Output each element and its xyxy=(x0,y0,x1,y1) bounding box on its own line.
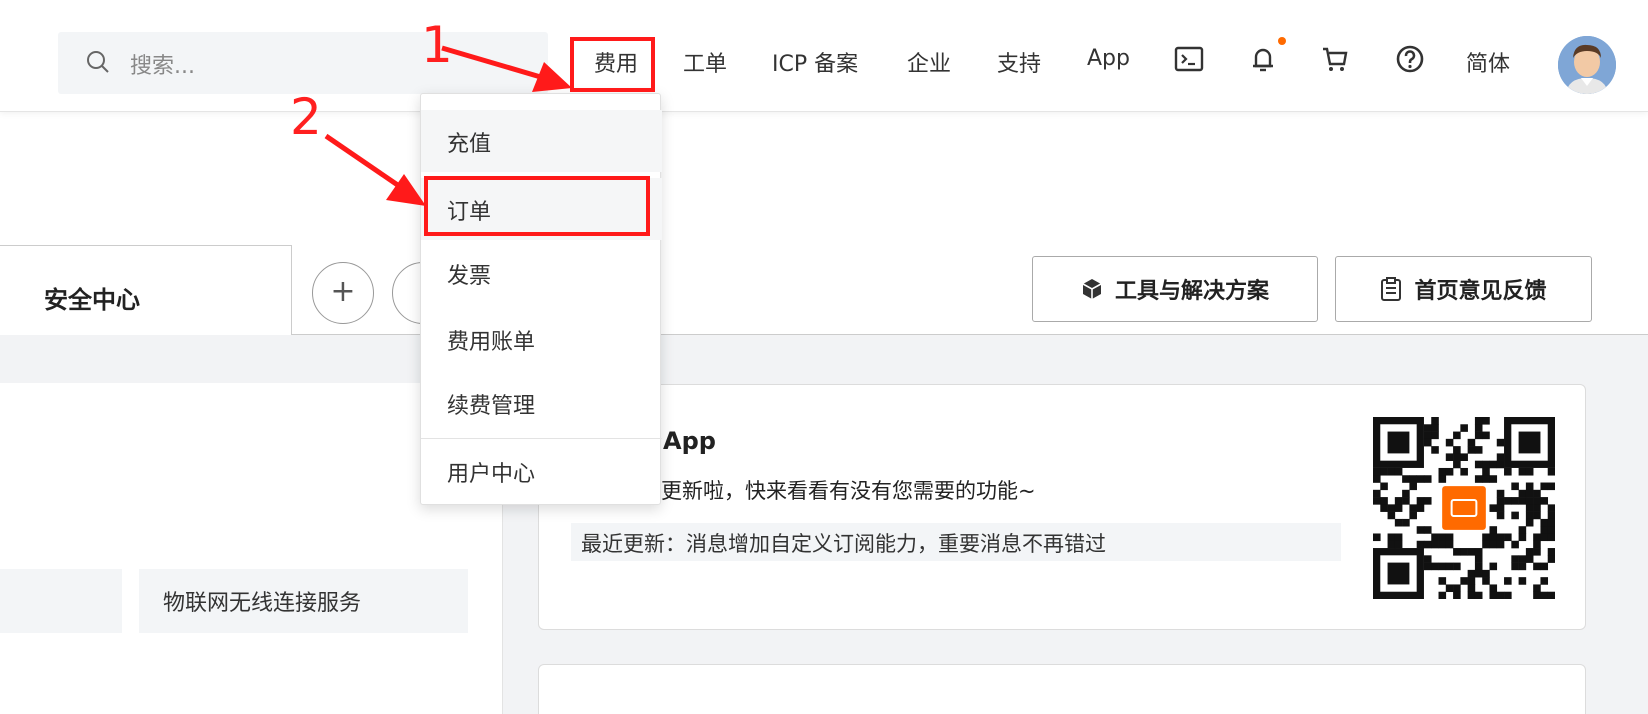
tools-solutions-button[interactable]: 工具与解决方案 xyxy=(1032,256,1318,322)
feedback-label: 首页意见反馈 xyxy=(1414,279,1547,304)
avatar-icon xyxy=(1558,36,1616,94)
nav-app[interactable]: App xyxy=(1087,46,1130,71)
avatar[interactable] xyxy=(1558,36,1616,94)
menu-item-renewal[interactable]: 续费管理 xyxy=(421,372,662,434)
menu-divider xyxy=(421,438,662,439)
app-card-title: App xyxy=(663,427,716,455)
menu-item-bills-label: 费用账单 xyxy=(447,330,536,355)
tab-security-center-label: 安全中心 xyxy=(44,286,140,314)
add-tab-button[interactable]: + xyxy=(312,262,374,324)
qr-code-icon xyxy=(1373,417,1555,599)
help-icon[interactable] xyxy=(1395,44,1425,74)
clipboard-icon xyxy=(1381,277,1402,301)
app-card-latest-update-text: 最近更新：消息增加自定义订阅能力，重要消息不再错过 xyxy=(581,532,1106,556)
cube-icon xyxy=(1082,279,1102,299)
notification-dot xyxy=(1278,37,1286,45)
menu-item-recharge[interactable]: 充值 xyxy=(421,110,662,172)
nav-ticket[interactable]: 工单 xyxy=(683,46,727,78)
search-input[interactable]: 搜索... xyxy=(130,48,195,80)
menu-item-invoice-label: 发票 xyxy=(447,264,492,289)
top-navigation-bar: 搜索... 费用 工单 ICP 备案 企业 支持 App 简体 xyxy=(0,0,1648,112)
nav-support[interactable]: 支持 xyxy=(997,46,1041,78)
app-card-description: 新的更新啦，快来看看有没有您需要的功能~ xyxy=(619,479,1036,503)
menu-item-bills[interactable]: 费用账单 xyxy=(421,308,662,370)
service-chip[interactable] xyxy=(0,569,122,633)
menu-item-invoice[interactable]: 发票 xyxy=(421,242,662,304)
tools-solutions-label: 工具与解决方案 xyxy=(1114,279,1269,304)
search-icon xyxy=(87,51,109,73)
nav-enterprise[interactable]: 企业 xyxy=(907,46,951,78)
feedback-button[interactable]: 首页意见反馈 xyxy=(1335,256,1592,322)
terminal-icon[interactable] xyxy=(1174,44,1204,74)
app-card-latest-update[interactable]: 最近更新：消息增加自定义订阅能力，重要消息不再错过 xyxy=(571,523,1341,561)
add-tab-label: + xyxy=(330,274,356,309)
service-chip-iot-label: 物联网无线连接服务 xyxy=(163,591,362,616)
tab-security-center[interactable]: 安全中心 xyxy=(0,245,292,335)
app-update-card: App 新的更新啦，快来看看有没有您需要的功能~ 最近更新：消息增加自定义订阅能… xyxy=(538,384,1586,630)
annotation-arrow-2 xyxy=(324,133,426,206)
nav-language[interactable]: 简体 xyxy=(1466,46,1510,78)
billing-dropdown-menu: 充值 订单 发票 费用账单 续费管理 用户中心 xyxy=(420,93,662,505)
menu-item-recharge-label: 充值 xyxy=(447,132,492,157)
nav-icp[interactable]: ICP 备案 xyxy=(772,46,858,78)
cart-icon[interactable] xyxy=(1320,44,1350,74)
service-chip-iot[interactable]: 物联网无线连接服务 xyxy=(139,569,468,633)
menu-item-user-center[interactable]: 用户中心 xyxy=(421,440,662,502)
menu-item-user-center-label: 用户中心 xyxy=(447,462,536,487)
annotation-box-billing xyxy=(570,37,655,92)
secondary-card xyxy=(538,664,1586,714)
annotation-step-2: 2 xyxy=(290,88,322,146)
bell-icon[interactable] xyxy=(1248,44,1278,74)
annotation-box-orders xyxy=(424,176,650,236)
annotation-arrow-1 xyxy=(441,45,572,92)
menu-item-renewal-label: 续费管理 xyxy=(447,394,536,419)
